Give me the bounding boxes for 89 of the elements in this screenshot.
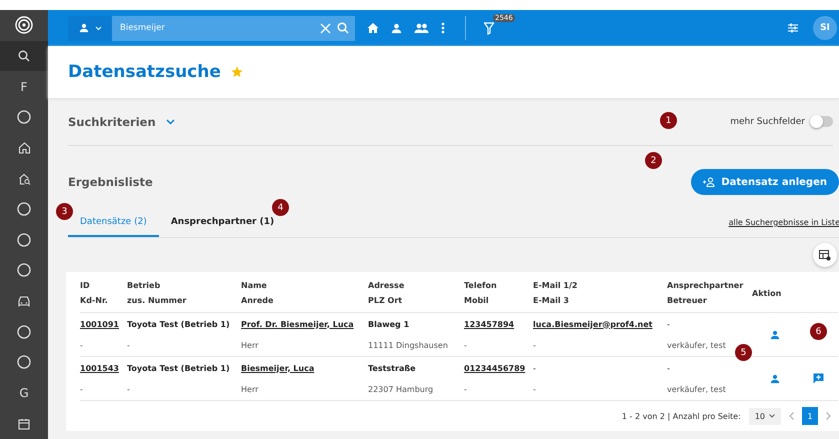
page-title: Datensatzsuche (68, 62, 221, 82)
home-icon[interactable] (367, 22, 379, 34)
filter-icon[interactable] (484, 22, 494, 34)
column-header: Telefon (464, 280, 498, 292)
table-cell: 11111 Dingshausen (368, 341, 448, 350)
previous-icon[interactable] (789, 412, 794, 420)
person-icon[interactable] (391, 22, 402, 34)
table-link[interactable]: 123457894 (464, 320, 514, 328)
more-icon[interactable] (441, 22, 445, 34)
page-size-select[interactable]: 10 (748, 408, 781, 424)
chevron-icon (769, 414, 775, 418)
tab[interactable]: Datensätze (2) (68, 217, 159, 237)
column-header: ID (80, 280, 91, 292)
sidebar-letter[interactable]: G (19, 386, 29, 400)
table-cell: Blaweg 1 (368, 320, 410, 328)
section-title: Suchkriterien (68, 114, 156, 128)
calendar-icon[interactable] (18, 418, 30, 430)
table-cell: - (464, 385, 467, 394)
table-cell: Toyota Test (Betrieb 1) (127, 364, 230, 372)
add-person-icon (703, 177, 716, 187)
next-icon[interactable] (826, 412, 831, 420)
person-icon[interactable] (770, 330, 780, 340)
table-link[interactable]: 1001091 (80, 320, 119, 328)
table-cell: Herr (241, 385, 258, 394)
create-button[interactable]: Datensatz anlegen (691, 169, 839, 195)
column-header: Aktion (752, 288, 782, 300)
column-header: Name (241, 280, 268, 292)
table-cell: - (127, 341, 130, 350)
table-cell: Herr (241, 341, 258, 350)
section-title: Ergebnisliste (68, 175, 153, 189)
table-cell: - (80, 385, 83, 394)
table-cell: - (464, 341, 467, 350)
toggle-label: mehr Suchfelder (730, 116, 805, 126)
home-icon[interactable] (18, 141, 30, 154)
column-header: E-Mail 1/2 (533, 280, 578, 292)
logo-icon[interactable] (15, 16, 33, 34)
circle-icon[interactable] (17, 110, 31, 124)
person-icon (78, 23, 88, 33)
star-icon[interactable] (230, 66, 243, 78)
table-link[interactable]: 01234456789 (464, 364, 526, 372)
toggle-switch[interactable] (811, 116, 833, 127)
sliders-icon[interactable] (787, 22, 799, 34)
table-settings-icon (819, 250, 831, 260)
column-header: Ansprechpartner (667, 280, 744, 292)
table-cell: Toyota Test (Betrieb 1) (127, 320, 230, 328)
circle-icon[interactable] (17, 324, 31, 339)
tab[interactable]: Ansprechpartner (1) (158, 217, 286, 237)
table-cell: verkäufer, test (667, 341, 726, 350)
add-comment-icon[interactable] (812, 373, 824, 384)
column-header: Anrede (241, 295, 274, 307)
column-header: Betreuer (667, 295, 708, 307)
table-cell: - (533, 385, 536, 394)
table-settings-button[interactable] (813, 243, 837, 267)
table-cell: - (80, 341, 83, 350)
circle-icon[interactable] (17, 232, 31, 247)
table-cell: - (533, 341, 536, 350)
table-cell: - (533, 364, 536, 372)
chevron-icon (94, 26, 102, 30)
circle-icon[interactable] (17, 202, 31, 216)
search-icon[interactable] (18, 50, 30, 62)
column-header: PLZ Ort (368, 295, 404, 307)
table-link[interactable]: 1001543 (80, 364, 119, 372)
table-cell: - (667, 364, 670, 372)
person-icon[interactable] (770, 374, 780, 384)
column-header: Mobil (464, 295, 490, 307)
page-button[interactable]: 1 (802, 407, 818, 425)
circle-icon[interactable] (17, 355, 31, 370)
circle-icon[interactable] (17, 263, 31, 278)
column-header: Betrieb (127, 280, 162, 292)
table-cell: 22307 Hamburg (368, 385, 434, 394)
column-header: Adresse (368, 280, 406, 292)
home-search-icon[interactable] (18, 172, 30, 186)
close-icon[interactable] (320, 22, 331, 34)
table-link[interactable]: Biesmeijer, Luca (241, 364, 314, 372)
table-link[interactable]: luca.Biesmeijer@prof4.net (533, 320, 652, 328)
pagination-summary: 1 - 2 von 2 | Anzahl pro Seite: (622, 412, 741, 420)
column-header: Kd-Nr. (80, 295, 109, 307)
table-cell: - (127, 385, 130, 394)
table-cell: verkäufer, test (667, 385, 726, 394)
search-mode-button[interactable] (68, 16, 112, 40)
car-icon[interactable] (17, 295, 31, 308)
people-icon[interactable] (414, 22, 429, 34)
table-cell: Teststraße (368, 364, 416, 372)
column-header: E-Mail 3 (533, 295, 570, 307)
column-header: zus. Nummer (127, 295, 188, 307)
chevron-icon[interactable] (166, 118, 175, 124)
table-link[interactable]: Prof. Dr. Biesmeijer, Luca (241, 320, 354, 328)
sidebar-letter[interactable]: F (20, 80, 28, 94)
table-cell: - (667, 320, 670, 328)
